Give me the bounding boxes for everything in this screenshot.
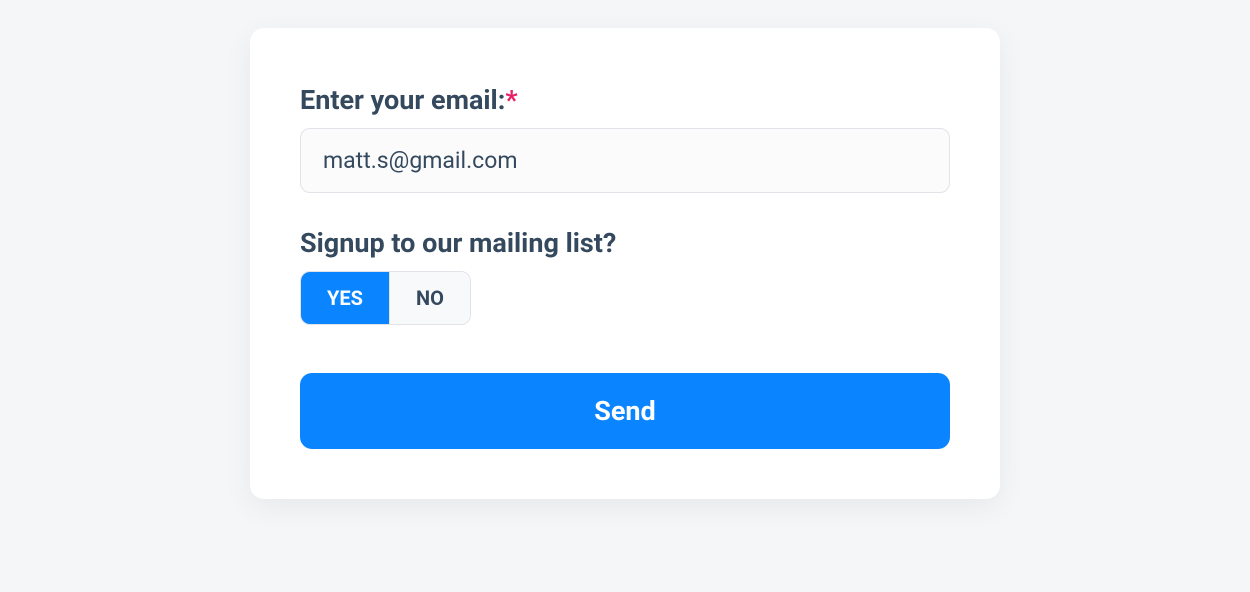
signup-form-card: Enter your email:* Signup to our mailing… (250, 28, 1000, 499)
email-field[interactable] (300, 128, 950, 193)
required-asterisk: * (505, 84, 517, 116)
email-label: Enter your email:* (300, 84, 950, 116)
email-field-group: Enter your email:* (300, 84, 950, 193)
email-label-text: Enter your email: (300, 84, 505, 116)
mailing-toggle: YES NO (300, 271, 471, 325)
mailing-field-group: Signup to our mailing list? YES NO (300, 227, 950, 325)
mailing-no-button[interactable]: NO (390, 272, 470, 324)
mailing-yes-button[interactable]: YES (301, 272, 389, 324)
send-button[interactable]: Send (300, 373, 950, 449)
mailing-label: Signup to our mailing list? (300, 227, 950, 259)
